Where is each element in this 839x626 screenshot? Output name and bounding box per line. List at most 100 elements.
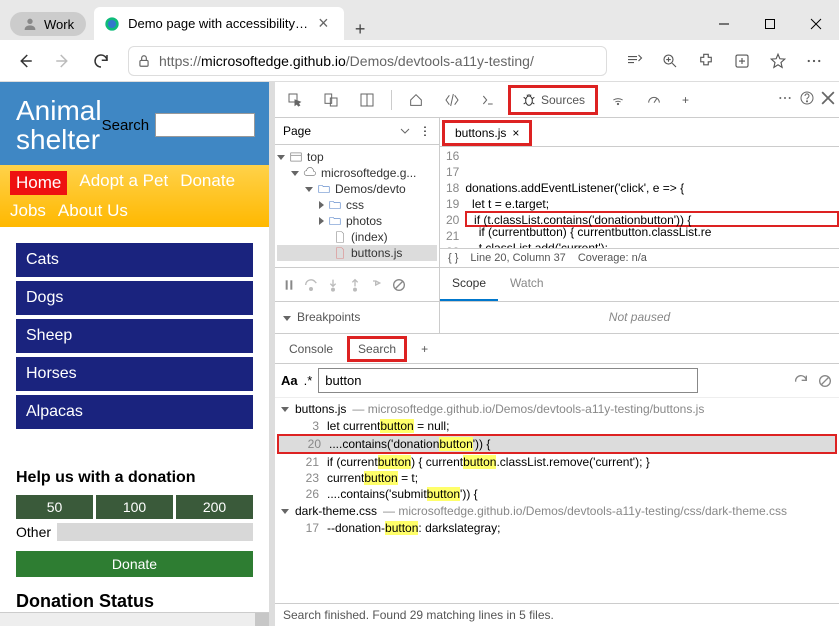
- nav-adopt[interactable]: Adopt a Pet: [79, 171, 168, 195]
- browser-tab[interactable]: Demo page with accessibility issu ×: [94, 7, 344, 40]
- address-bar[interactable]: https://microsoftedge.github.io/Demos/de…: [128, 46, 607, 76]
- other-label: Other: [16, 524, 51, 540]
- code-editor[interactable]: 1617181920212223 donations.addEventListe…: [440, 147, 839, 248]
- settings-more-icon[interactable]: [777, 90, 793, 109]
- close-tab-icon[interactable]: ×: [318, 13, 334, 34]
- performance-tab[interactable]: [638, 86, 670, 114]
- nav-about[interactable]: About Us: [58, 201, 128, 221]
- url-prefix: https://: [159, 53, 201, 69]
- profile-badge[interactable]: Work: [10, 12, 86, 36]
- chevron-down-icon[interactable]: [399, 125, 411, 137]
- cat-button[interactable]: Cats: [16, 243, 253, 277]
- folder-icon: [328, 198, 342, 212]
- add-drawer-tab[interactable]: +: [411, 336, 438, 362]
- step-over-icon[interactable]: [303, 277, 319, 293]
- result-line[interactable]: 23currentbutton = t;: [277, 470, 837, 486]
- cursor-position: Line 20, Column 37: [470, 252, 565, 264]
- donation-status-heading: Donation Status: [16, 591, 269, 612]
- nav-home[interactable]: Home: [10, 171, 67, 195]
- result-file-2[interactable]: dark-theme.css— microsoftedge.github.io/…: [277, 502, 837, 520]
- result-line-selected[interactable]: 20....contains('donationbutton')) {: [277, 434, 837, 454]
- new-tab-button[interactable]: +: [344, 19, 376, 40]
- scope-tab[interactable]: Scope: [440, 268, 498, 301]
- result-line[interactable]: 17--donation-button: darkslategray;: [277, 520, 837, 536]
- zoom-button[interactable]: [653, 44, 687, 78]
- console-drawer-tab[interactable]: Console: [279, 336, 343, 362]
- close-file-icon[interactable]: ×: [512, 126, 519, 140]
- sheep-button[interactable]: Sheep: [16, 319, 253, 353]
- maximize-button[interactable]: [747, 8, 793, 40]
- deactivate-icon[interactable]: [391, 277, 407, 293]
- step-icon[interactable]: [369, 277, 385, 293]
- tree-origin[interactable]: microsoftedge.g...: [321, 166, 416, 180]
- collections-button[interactable]: [725, 44, 759, 78]
- pause-icon[interactable]: [281, 277, 297, 293]
- other-amount-input[interactable]: [57, 523, 253, 541]
- clear-search-icon[interactable]: [817, 373, 833, 389]
- search-input-field[interactable]: [318, 368, 698, 393]
- file-tab-buttons[interactable]: buttons.js ×: [442, 120, 532, 146]
- close-devtools-icon[interactable]: [821, 91, 835, 108]
- edge-favicon-icon: [104, 16, 120, 32]
- debug-controls: [275, 268, 440, 301]
- profile-label: Work: [44, 17, 74, 32]
- donate-button[interactable]: Donate: [16, 551, 253, 577]
- match-case-button[interactable]: Aa: [281, 373, 298, 388]
- result-line[interactable]: 21if (currentbutton) { currentbutton.cla…: [277, 454, 837, 470]
- nav-donate[interactable]: Donate: [180, 171, 235, 195]
- tree-photos[interactable]: photos: [346, 214, 382, 228]
- dock-button[interactable]: [351, 86, 383, 114]
- read-aloud-button[interactable]: [617, 44, 651, 78]
- folder-icon: [328, 214, 342, 228]
- regex-button[interactable]: .*: [304, 373, 313, 388]
- refresh-search-icon[interactable]: [793, 373, 809, 389]
- result-line[interactable]: 26....contains('submitbutton')) {: [277, 486, 837, 502]
- search-label: Search: [102, 117, 150, 134]
- minimize-button[interactable]: [701, 8, 747, 40]
- tree-index[interactable]: (index): [351, 230, 388, 244]
- sources-tab[interactable]: Sources: [508, 85, 598, 115]
- horizontal-scrollbar[interactable]: [0, 612, 269, 626]
- step-into-icon[interactable]: [325, 277, 341, 293]
- watch-tab[interactable]: Watch: [498, 268, 556, 301]
- amount-100[interactable]: 100: [96, 495, 173, 519]
- tree-top[interactable]: top: [307, 150, 324, 164]
- tree-buttons[interactable]: buttons.js: [351, 246, 402, 260]
- page-nav-label[interactable]: Page: [283, 124, 311, 138]
- more-tabs-button[interactable]: +: [674, 87, 697, 113]
- favorites-button[interactable]: [761, 44, 795, 78]
- amount-200[interactable]: 200: [176, 495, 253, 519]
- result-line[interactable]: 3let currentbutton = null;: [277, 418, 837, 434]
- tree-css[interactable]: css: [346, 198, 364, 212]
- network-tab[interactable]: [602, 86, 634, 114]
- step-out-icon[interactable]: [347, 277, 363, 293]
- console-tab[interactable]: [472, 86, 504, 114]
- device-button[interactable]: [315, 86, 347, 114]
- dog-button[interactable]: Dogs: [16, 281, 253, 315]
- search-footer: Search finished. Found 29 matching lines…: [275, 603, 839, 626]
- more-button[interactable]: [797, 44, 831, 78]
- result-file-1[interactable]: buttons.js— microsoftedge.github.io/Demo…: [277, 400, 837, 418]
- search-drawer-tab[interactable]: Search: [347, 336, 407, 362]
- help-icon[interactable]: [799, 90, 815, 109]
- nav-jobs[interactable]: Jobs: [10, 201, 46, 221]
- url-host: microsoftedge.github.io: [201, 53, 346, 69]
- horse-button[interactable]: Horses: [16, 357, 253, 391]
- amount-50[interactable]: 50: [16, 495, 93, 519]
- elements-tab[interactable]: [436, 86, 468, 114]
- alpaca-button[interactable]: Alpacas: [16, 395, 253, 429]
- inspect-button[interactable]: [279, 86, 311, 114]
- forward-button: [46, 44, 80, 78]
- lock-icon: [137, 54, 151, 68]
- search-results: buttons.js— microsoftedge.github.io/Demo…: [275, 398, 839, 603]
- close-window-button[interactable]: [793, 8, 839, 40]
- breakpoints-section[interactable]: Breakpoints: [297, 310, 360, 324]
- tree-folder[interactable]: Demos/devto: [335, 182, 406, 196]
- refresh-button[interactable]: [84, 44, 118, 78]
- search-input[interactable]: [155, 113, 255, 137]
- file-tab-label: buttons.js: [455, 126, 506, 140]
- extensions-button[interactable]: [689, 44, 723, 78]
- welcome-tab[interactable]: [400, 86, 432, 114]
- url-path: /Demos/devtools-a11y-testing/: [346, 53, 534, 69]
- back-button[interactable]: [8, 44, 42, 78]
